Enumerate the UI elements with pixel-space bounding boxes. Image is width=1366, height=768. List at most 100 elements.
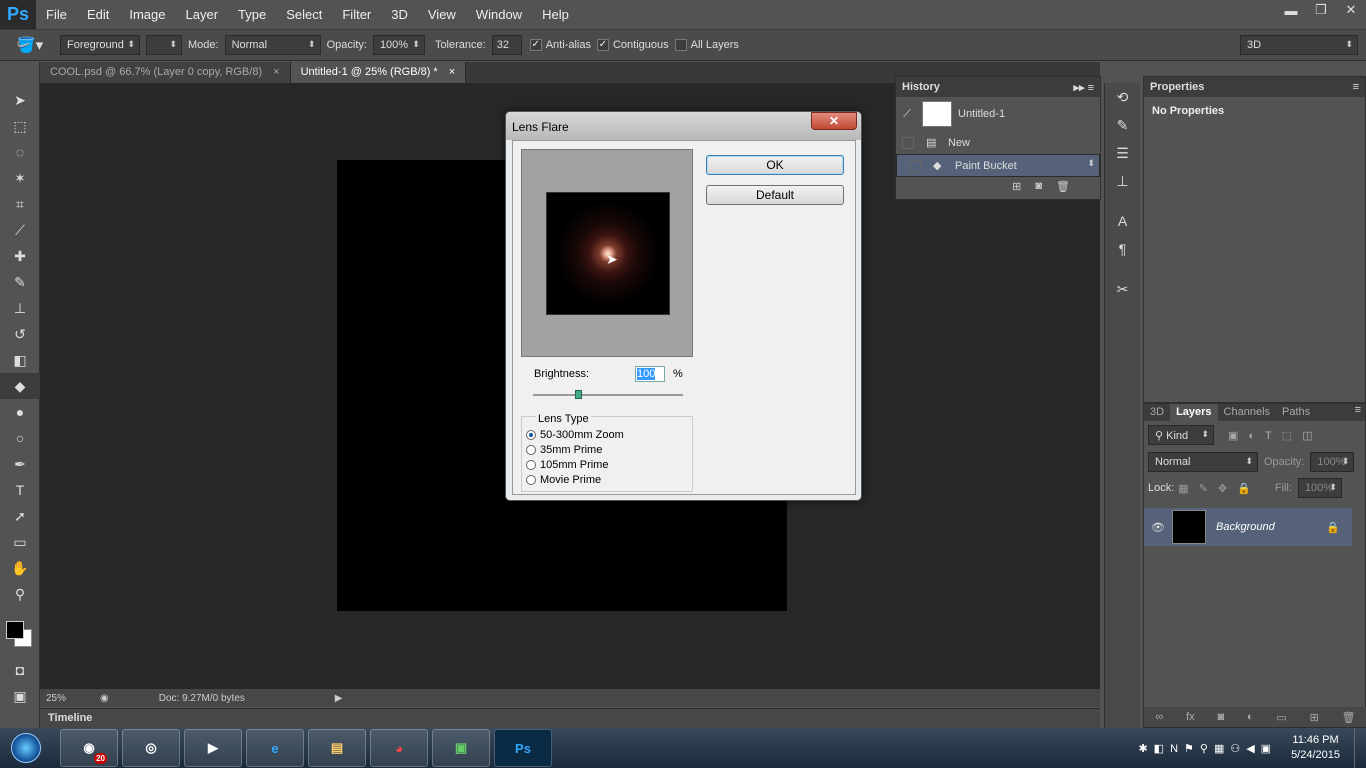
kind-filter-select[interactable]: ⚲ Kind: [1148, 425, 1214, 445]
history-snapshot[interactable]: ⟋ Untitled-1: [896, 97, 1100, 131]
restore-button[interactable]: ❐: [1306, 0, 1336, 20]
new-document-from-state-icon[interactable]: ⊞: [1012, 180, 1021, 197]
ok-button[interactable]: OK: [706, 155, 844, 175]
tab-3d[interactable]: 3D: [1144, 404, 1170, 421]
fill-source-select[interactable]: Foreground: [60, 35, 140, 55]
close-tab-icon[interactable]: ×: [273, 66, 279, 78]
history-panel-icon[interactable]: ⟲: [1105, 83, 1140, 111]
media-player-icon[interactable]: ▶: [184, 729, 242, 767]
menu-type[interactable]: Type: [228, 7, 276, 22]
tab-channels[interactable]: Channels: [1218, 404, 1276, 421]
new-layer-icon[interactable]: ⊞: [1310, 711, 1319, 724]
healing-brush-tool-icon[interactable]: ✚: [0, 243, 40, 269]
character-panel-icon[interactable]: A: [1105, 207, 1140, 235]
panel-menu-icon[interactable]: ≡: [1353, 81, 1359, 93]
timeline-panel[interactable]: Timeline: [40, 708, 1100, 728]
dodge-tool-icon[interactable]: ○: [0, 425, 40, 451]
show-desktop-button[interactable]: [1354, 728, 1366, 768]
eyedropper-tool-icon[interactable]: ⟋: [0, 217, 40, 243]
chrome-icon[interactable]: ◕: [370, 729, 428, 767]
menu-edit[interactable]: Edit: [77, 7, 119, 22]
color-swatches[interactable]: [0, 607, 39, 657]
move-tool-icon[interactable]: ➤: [0, 87, 40, 113]
fill-field[interactable]: 100%: [1297, 478, 1342, 498]
radio-icon[interactable]: [526, 459, 536, 470]
close-tab-icon[interactable]: ×: [449, 66, 455, 78]
brush-tool-icon[interactable]: ✎: [0, 269, 40, 295]
monitor-icon[interactable]: ▣: [432, 729, 490, 767]
brightness-slider[interactable]: [533, 390, 683, 399]
history-checkbox[interactable]: [909, 159, 921, 172]
mode-select[interactable]: Normal: [224, 35, 321, 55]
close-window-button[interactable]: ✕: [1336, 0, 1366, 20]
magic-wand-tool-icon[interactable]: ✶: [0, 165, 40, 191]
zoom-tool-icon[interactable]: ⚲: [0, 581, 40, 607]
radio-icon[interactable]: [526, 444, 536, 455]
folder-icon[interactable]: ▭: [1276, 711, 1286, 724]
menu-image[interactable]: Image: [119, 7, 175, 22]
radio-icon[interactable]: [526, 429, 536, 440]
tolerance-field[interactable]: 32: [491, 35, 522, 55]
adjustment-layer-icon[interactable]: ◐: [1247, 711, 1254, 723]
clock[interactable]: 11:46 PM 5/24/2015: [1291, 733, 1340, 763]
crop-tool-icon[interactable]: ⌗: [0, 191, 40, 217]
mask-icon[interactable]: ◙: [1217, 711, 1224, 723]
opacity-field[interactable]: 100%: [372, 35, 425, 55]
lasso-tool-icon[interactable]: ◌: [0, 139, 40, 165]
hand-tool-icon[interactable]: ✋: [0, 555, 40, 581]
paragraph-panel-icon[interactable]: ¶: [1105, 235, 1140, 263]
menu-3d[interactable]: 3D: [381, 7, 418, 22]
history-brush-tool-icon[interactable]: ↺: [0, 321, 40, 347]
zoom-level[interactable]: 25%: [46, 693, 96, 704]
blur-tool-icon[interactable]: ●: [0, 399, 40, 425]
camera-icon[interactable]: ◉ 20: [60, 729, 118, 767]
tool-presets-icon[interactable]: ✂: [1105, 275, 1140, 303]
lens-option-50-300mm[interactable]: 50-300mm Zoom: [526, 427, 692, 442]
brush-presets-icon[interactable]: ✎: [1105, 111, 1140, 139]
layer-name[interactable]: Background: [1216, 521, 1275, 533]
clone-source-icon[interactable]: ⊥: [1105, 167, 1140, 195]
lens-option-105mm[interactable]: 105mm Prime: [526, 457, 692, 472]
internet-explorer-icon[interactable]: e: [246, 729, 304, 767]
history-item-paint-bucket[interactable]: ◆ Paint Bucket: [896, 154, 1100, 177]
menu-window[interactable]: Window: [466, 7, 532, 22]
fx-icon[interactable]: fx: [1186, 711, 1195, 723]
dialog-close-button[interactable]: ✕: [811, 112, 857, 130]
file-explorer-icon[interactable]: ▤: [308, 729, 366, 767]
menu-view[interactable]: View: [418, 7, 466, 22]
default-button[interactable]: Default: [706, 185, 844, 205]
filter-type-icons[interactable]: ▣◐T⬚◫: [1228, 429, 1323, 442]
history-brush-source-icon[interactable]: ⟋: [896, 108, 918, 121]
layer-background[interactable]: 👁 Background 🔒: [1144, 508, 1352, 546]
start-button[interactable]: [0, 728, 52, 768]
rectangle-tool-icon[interactable]: ▭: [0, 529, 40, 555]
minimize-button[interactable]: ▬: [1276, 0, 1306, 20]
history-title[interactable]: History: [902, 81, 940, 93]
brightness-slider-thumb[interactable]: [575, 390, 582, 399]
paint-bucket-tool-icon[interactable]: ◆: [0, 373, 40, 399]
lens-option-35mm[interactable]: 35mm Prime: [526, 442, 692, 457]
circle-app-icon[interactable]: ◎: [122, 729, 180, 767]
clone-stamp-tool-icon[interactable]: ⊥: [0, 295, 40, 321]
delete-icon[interactable]: 🗑: [1342, 711, 1356, 724]
menu-select[interactable]: Select: [276, 7, 332, 22]
menu-filter[interactable]: Filter: [332, 7, 381, 22]
photoshop-icon[interactable]: Ps: [494, 729, 552, 767]
menu-help[interactable]: Help: [532, 7, 579, 22]
brightness-input[interactable]: 100: [635, 366, 665, 382]
status-menu-icon[interactable]: ◉: [100, 693, 109, 704]
history-checkbox[interactable]: [902, 136, 914, 149]
panel-menu-icon[interactable]: ▸▸ ≡: [1073, 81, 1094, 94]
quick-mask-icon[interactable]: ◘: [0, 657, 40, 683]
contiguous-checkbox[interactable]: ✓: [596, 39, 609, 51]
tab-layers[interactable]: Layers: [1170, 404, 1218, 421]
pen-tool-icon[interactable]: ✒: [0, 451, 40, 477]
menu-file[interactable]: File: [36, 7, 77, 22]
paint-bucket-icon[interactable]: 🪣▾: [0, 36, 60, 54]
eraser-tool-icon[interactable]: ◧: [0, 347, 40, 373]
foreground-color-swatch[interactable]: [6, 621, 24, 639]
adjustments-icon[interactable]: ☰: [1105, 139, 1140, 167]
status-arrow-icon[interactable]: ▶: [335, 693, 343, 704]
all-layers-checkbox[interactable]: [674, 39, 687, 51]
delete-icon[interactable]: 🗑: [1056, 180, 1070, 197]
